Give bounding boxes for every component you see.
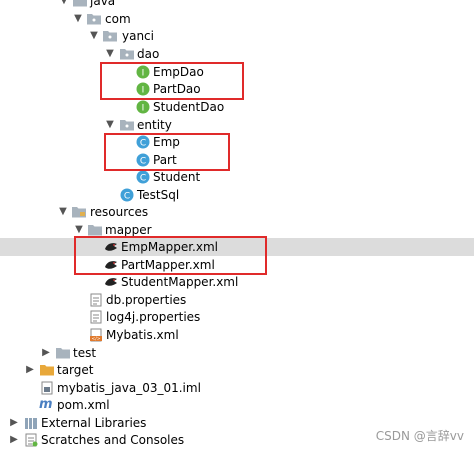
tree-item-label: java	[90, 0, 116, 8]
chevron-right-icon[interactable]: ▶	[8, 416, 20, 430]
chevron-right-icon[interactable]: ▶	[24, 363, 36, 377]
folder-icon	[56, 348, 70, 359]
tree-item-student[interactable]: C Student	[0, 168, 474, 186]
tree-item-dao[interactable]: ▼ dao	[0, 45, 474, 63]
module-file-icon	[41, 381, 53, 395]
properties-file-icon	[90, 293, 102, 307]
tree-item-resources[interactable]: ▼ resources	[0, 203, 474, 221]
tree-item-mapper[interactable]: ▼ mapper	[0, 221, 474, 239]
class-icon: C	[136, 170, 150, 184]
tree-item-log4j-properties[interactable]: log4j.properties	[0, 308, 474, 326]
tree-item-part[interactable]: C Part	[0, 151, 474, 169]
chevron-down-icon[interactable]: ▼	[104, 47, 116, 61]
interface-icon: I	[136, 100, 150, 114]
svg-text:I: I	[142, 69, 145, 79]
tree-item-label: StudentDao	[153, 100, 225, 114]
package-folder-icon	[103, 31, 117, 42]
tree-item-testsql[interactable]: C TestSql	[0, 186, 474, 204]
class-icon: C	[136, 153, 150, 167]
folder-icon	[88, 225, 102, 236]
package-folder-icon	[120, 120, 134, 131]
maven-icon: m	[39, 397, 53, 412]
tree-item-label: dao	[137, 47, 160, 61]
properties-file-icon	[90, 310, 102, 324]
svg-text:C: C	[140, 139, 146, 149]
tree-item-studentmapper[interactable]: StudentMapper.xml	[0, 273, 474, 291]
tree-item-partmapper[interactable]: PartMapper.xml	[0, 256, 474, 274]
chevron-down-icon[interactable]: ▼	[58, 0, 70, 8]
package-folder-icon	[87, 14, 101, 25]
tree-item-com[interactable]: ▼ com	[0, 10, 474, 28]
mybatis-bird-icon	[105, 243, 117, 251]
tree-item-db-properties[interactable]: db.properties	[0, 291, 474, 309]
xml-file-icon: </>	[90, 328, 102, 342]
interface-icon: I	[136, 65, 150, 79]
mybatis-bird-icon	[105, 261, 117, 269]
tree-item-label: External Libraries	[41, 416, 147, 430]
tree-item-label: entity	[137, 118, 172, 132]
library-icon	[25, 418, 37, 429]
class-icon: C	[120, 188, 134, 202]
tree-item-label: Emp	[153, 135, 180, 149]
chevron-down-icon[interactable]: ▼	[57, 205, 69, 219]
mybatis-bird-icon	[105, 278, 117, 286]
svg-text:</>: </>	[91, 336, 100, 342]
tree-item-label: resources	[90, 205, 149, 219]
tree-item-yanci[interactable]: ▼ yanci	[0, 27, 474, 45]
folder-icon	[73, 0, 87, 7]
chevron-down-icon[interactable]: ▼	[88, 29, 100, 43]
tree-item-studentdao[interactable]: I StudentDao	[0, 98, 474, 116]
chevron-right-icon[interactable]: ▶	[40, 346, 52, 360]
tree-item-label: mybatis_java_03_01.iml	[57, 381, 201, 395]
chevron-down-icon[interactable]: ▼	[73, 223, 85, 237]
tree-item-java[interactable]: ▼ java	[0, 0, 474, 10]
scratches-icon	[25, 433, 38, 447]
tree-item-label: StudentMapper.xml	[121, 275, 239, 289]
tree-item-mybatis-xml[interactable]: </> Mybatis.xml	[0, 326, 474, 344]
tree-item-empdao[interactable]: I EmpDao	[0, 63, 474, 81]
package-folder-icon	[120, 49, 134, 60]
tree-item-entity[interactable]: ▼ entity	[0, 116, 474, 134]
tree-item-label: yanci	[122, 29, 154, 43]
tree-item-label: TestSql	[137, 188, 180, 202]
tree-item-label: com	[105, 12, 131, 26]
class-icon: C	[136, 135, 150, 149]
tree-item-label: target	[57, 363, 94, 377]
tree-item-iml[interactable]: mybatis_java_03_01.iml	[0, 379, 474, 397]
resources-folder-icon	[72, 207, 86, 218]
excluded-folder-icon	[40, 365, 54, 376]
tree-item-empmapper[interactable]: EmpMapper.xml	[0, 238, 474, 256]
tree-item-label: Mybatis.xml	[106, 328, 179, 342]
tree-item-label: test	[73, 346, 97, 360]
tree-item-label: Student	[153, 170, 201, 184]
tree-item-label: db.properties	[106, 293, 187, 307]
tree-item-pom[interactable]: m pom.xml	[0, 396, 474, 414]
svg-text:C: C	[124, 192, 130, 202]
chevron-down-icon[interactable]: ▼	[104, 118, 116, 132]
svg-text:C: C	[140, 174, 146, 184]
chevron-right-icon[interactable]: ▶	[8, 433, 20, 447]
tree-item-label: pom.xml	[57, 398, 110, 412]
tree-item-label: EmpMapper.xml	[121, 240, 218, 254]
tree-item-label: PartDao	[153, 82, 201, 96]
tree-item-partdao[interactable]: I PartDao	[0, 80, 474, 98]
tree-item-target[interactable]: ▶ target	[0, 361, 474, 379]
watermark: CSDN @言辞vv	[375, 429, 464, 443]
tree-item-label: Scratches and Consoles	[41, 433, 185, 447]
tree-item-label: EmpDao	[153, 65, 204, 79]
svg-text:I: I	[142, 86, 145, 96]
interface-icon: I	[136, 82, 150, 96]
tree-item-label: PartMapper.xml	[121, 258, 215, 272]
tree-item-test[interactable]: ▶ test	[0, 344, 474, 362]
tree-item-label: Part	[153, 153, 177, 167]
tree-item-emp[interactable]: C Emp	[0, 133, 474, 151]
tree-item-label: mapper	[105, 223, 152, 237]
svg-text:C: C	[140, 157, 146, 167]
chevron-down-icon[interactable]: ▼	[72, 12, 84, 26]
tree-item-label: log4j.properties	[106, 310, 201, 324]
svg-text:I: I	[142, 104, 145, 114]
